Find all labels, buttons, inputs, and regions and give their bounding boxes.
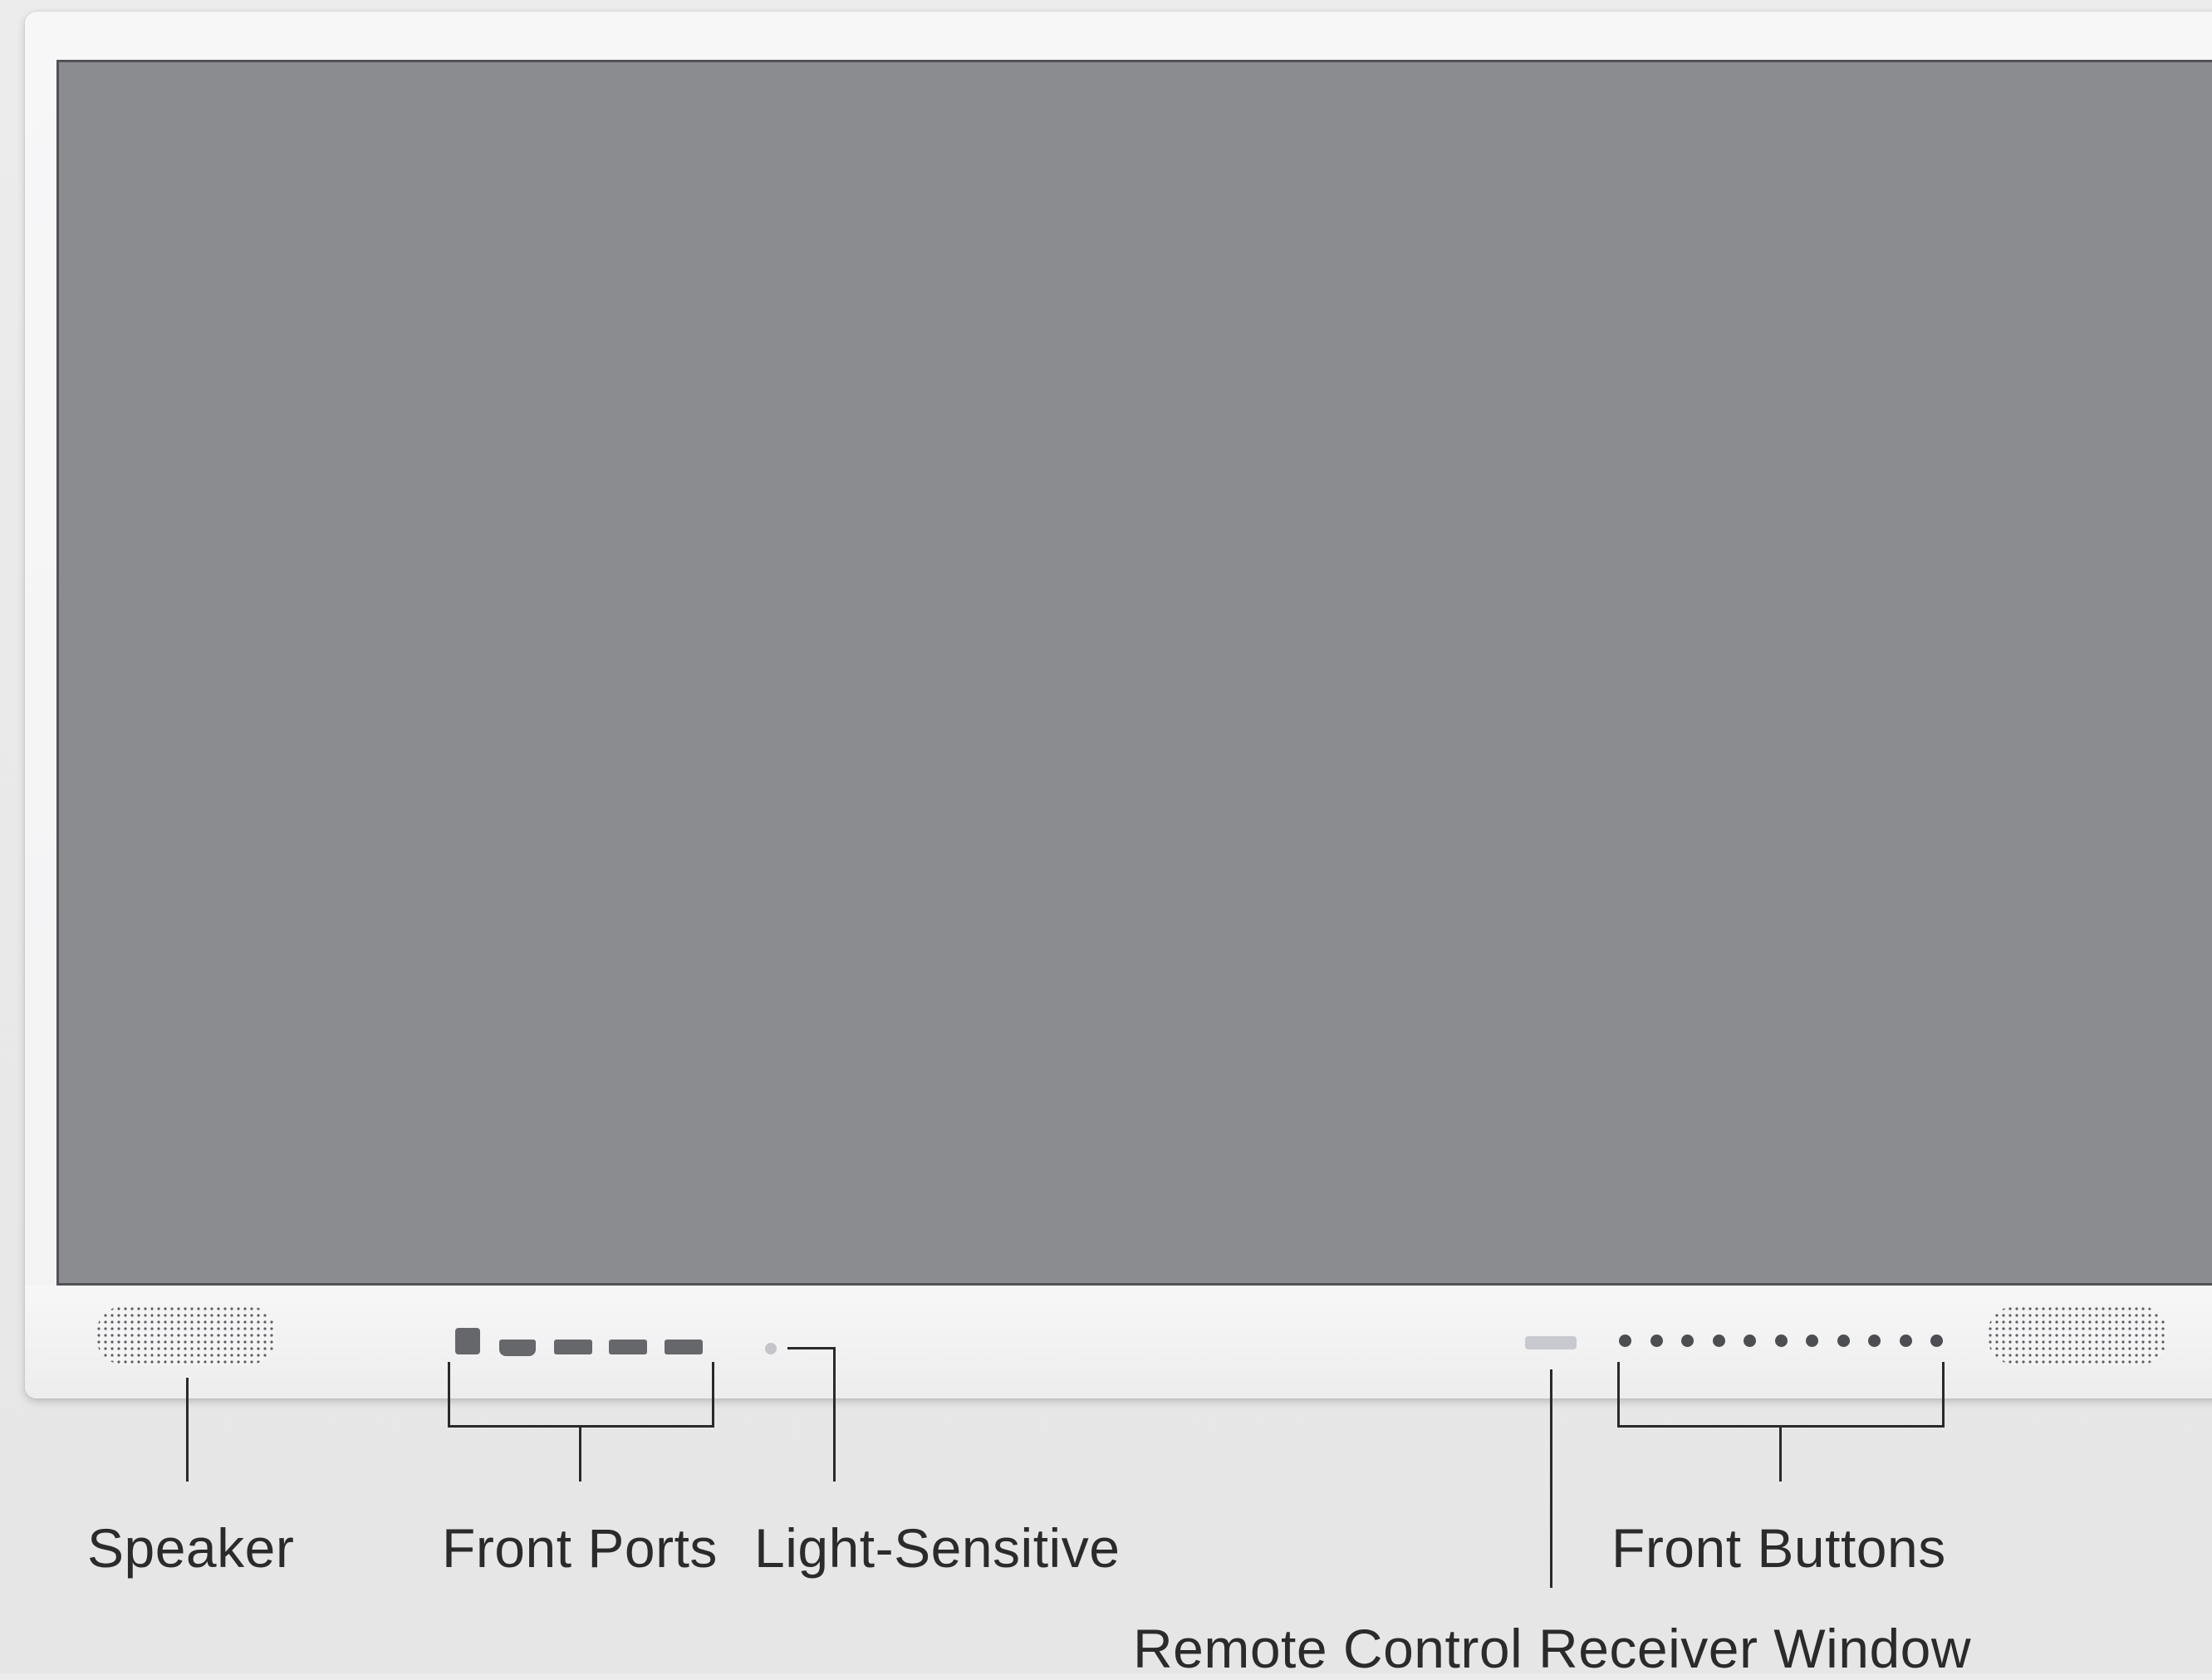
buttons-bracket-left: [1617, 1362, 1620, 1428]
light-sensor-dot: [765, 1343, 777, 1354]
label-front-buttons: Front Buttons: [1611, 1517, 1946, 1579]
front-button[interactable]: [1837, 1335, 1850, 1347]
front-button[interactable]: [1806, 1335, 1818, 1347]
front-button[interactable]: [1619, 1335, 1631, 1347]
remote-window-leader-line: [1550, 1369, 1552, 1588]
front-button[interactable]: [1930, 1335, 1943, 1347]
buttons-leader-line: [1779, 1425, 1782, 1482]
speaker-leader-line: [186, 1378, 189, 1482]
front-button[interactable]: [1775, 1335, 1788, 1347]
light-sensor-leader-vertical: [833, 1347, 836, 1482]
usb-port-2: [609, 1340, 647, 1354]
usb-port-1: [554, 1340, 592, 1354]
usb-port-square: [455, 1328, 480, 1354]
ports-leader-line: [579, 1425, 581, 1482]
label-speaker: Speaker: [87, 1517, 295, 1579]
display-screen: [56, 60, 2212, 1286]
speaker-left-grille: [96, 1305, 277, 1365]
front-button[interactable]: [1650, 1335, 1663, 1347]
front-button[interactable]: [1744, 1335, 1756, 1347]
label-remote-window: Remote Control Receiver Window: [1133, 1618, 1972, 1679]
front-button[interactable]: [1868, 1335, 1881, 1347]
front-button[interactable]: [1681, 1335, 1694, 1347]
bezel-bottom-strip: [25, 1286, 2212, 1398]
hdmi-port: [499, 1340, 536, 1356]
front-button[interactable]: [1713, 1335, 1725, 1347]
light-sensor-leader-horizontal: [787, 1347, 836, 1349]
ports-bracket-left: [448, 1362, 450, 1428]
speaker-right-grille: [1987, 1305, 2168, 1365]
label-front-ports: Front Ports: [442, 1517, 718, 1579]
label-light-sensitive: Light-Sensitive: [754, 1517, 1121, 1579]
usb-port-3: [665, 1340, 703, 1354]
ports-bracket-right: [712, 1362, 714, 1428]
front-button[interactable]: [1900, 1335, 1912, 1347]
buttons-bracket-right: [1942, 1362, 1945, 1428]
remote-receiver-window: [1525, 1336, 1577, 1349]
